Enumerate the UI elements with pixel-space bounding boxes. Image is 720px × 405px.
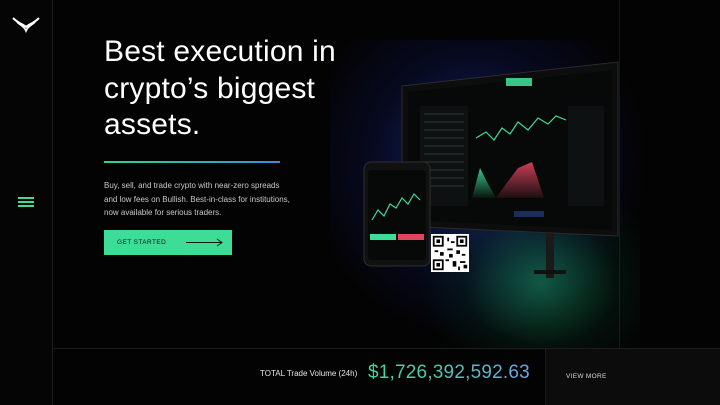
app-download-qr-code-icon <box>431 234 469 272</box>
get-started-button[interactable]: GET STARTED <box>104 230 232 255</box>
trade-volume-label: TOTAL Trade Volume (24h) <box>260 369 358 378</box>
hero-title: Best execution in crypto’s biggest asset… <box>104 35 336 141</box>
hamburger-menu-icon[interactable] <box>18 197 34 208</box>
view-more-button[interactable]: VIEW MORE <box>545 349 720 405</box>
get-started-label: GET STARTED <box>117 239 167 246</box>
trading-phone-image <box>363 161 431 267</box>
side-rail <box>0 0 53 405</box>
bull-horns-logo-icon[interactable] <box>11 14 41 34</box>
trade-volume-value: $1,726,392,592.63 <box>368 362 530 383</box>
hero-divider <box>104 161 280 163</box>
hero-description: Buy, sell, and trade crypto with near-ze… <box>104 181 290 217</box>
view-more-label: VIEW MORE <box>566 373 607 380</box>
arrow-right-icon <box>186 238 223 247</box>
